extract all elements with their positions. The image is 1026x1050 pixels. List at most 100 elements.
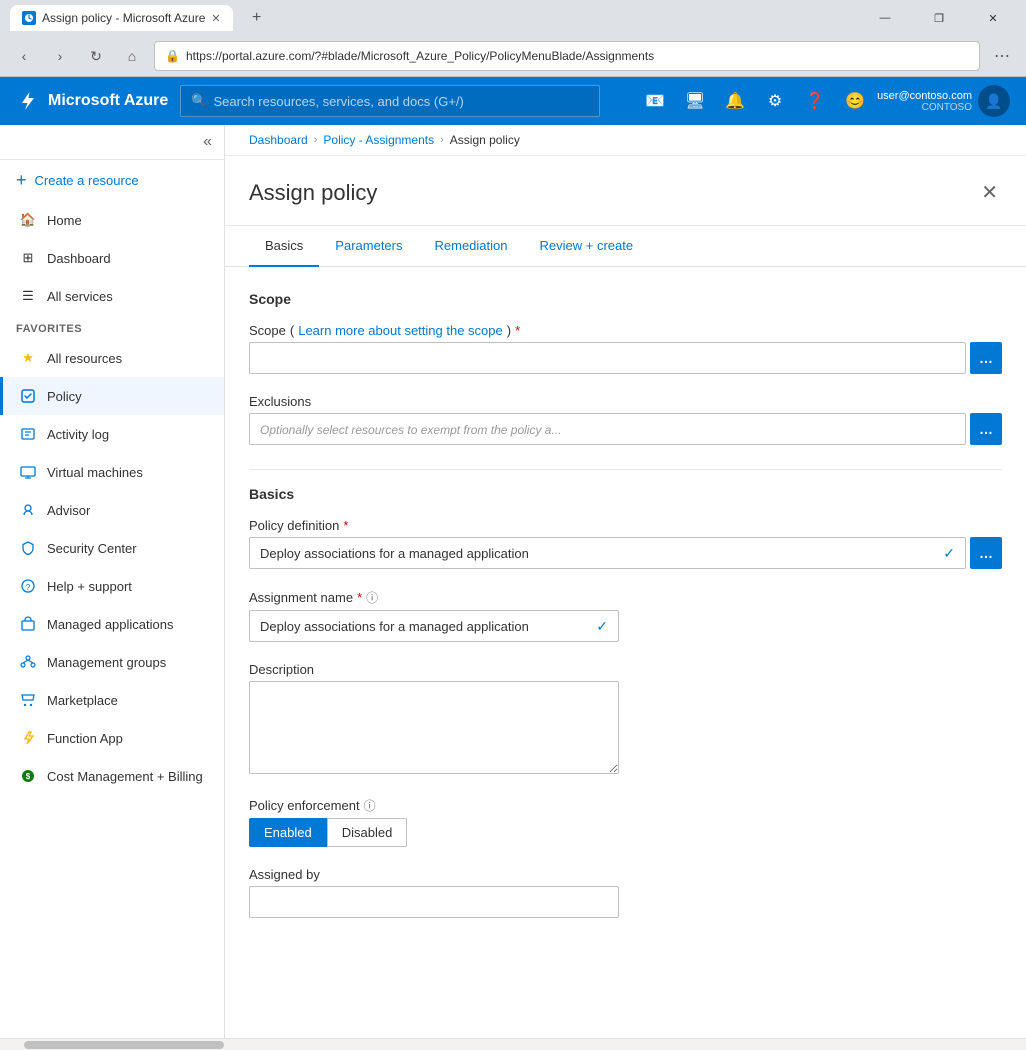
sidebar-collapse[interactable]: « xyxy=(0,125,224,160)
close-button[interactable]: ✕ xyxy=(970,4,1016,32)
browser-tab[interactable]: Assign policy - Microsoft Azure ✕ xyxy=(10,5,233,31)
policy-enforcement-label: Policy enforcement ⓘ xyxy=(249,797,1002,814)
assignment-name-field[interactable]: Deploy associations for a managed applic… xyxy=(249,610,619,642)
managed-apps-icon xyxy=(19,615,37,633)
sidebar-item-activity-log[interactable]: Activity log xyxy=(0,415,224,453)
policy-def-value: Deploy associations for a managed applic… xyxy=(260,546,943,561)
svg-text:?: ? xyxy=(26,583,31,592)
minimize-button[interactable]: — xyxy=(862,4,908,32)
back-button[interactable]: ‹ xyxy=(10,42,38,70)
sidebar-item-cost-management[interactable]: $ Cost Management + Billing xyxy=(0,757,224,795)
management-groups-icon xyxy=(19,653,37,671)
marketplace-icon xyxy=(19,691,37,709)
sidebar-item-help-support[interactable]: ? Help + support xyxy=(0,567,224,605)
hscroll-thumb[interactable] xyxy=(24,1041,224,1049)
tab-close-button[interactable]: ✕ xyxy=(211,12,220,25)
sidebar-item-managed-apps-label: Managed applications xyxy=(47,617,173,632)
azure-search-box[interactable]: 🔍 xyxy=(180,85,600,117)
cloud-shell-button[interactable]: 🖥 xyxy=(677,83,713,119)
sidebar-item-cost-management-label: Cost Management + Billing xyxy=(47,769,203,784)
user-menu[interactable]: user@contoso.com CONTOSO 👤 xyxy=(877,85,1010,117)
sidebar-item-policy[interactable]: Policy xyxy=(0,377,224,415)
sidebar-item-security-center[interactable]: Security Center xyxy=(0,529,224,567)
sidebar-item-virtual-machines[interactable]: Virtual machines xyxy=(0,453,224,491)
sidebar-item-marketplace-label: Marketplace xyxy=(47,693,118,708)
scope-input[interactable] xyxy=(249,342,966,374)
breadcrumb-policy-assignments[interactable]: Policy - Assignments xyxy=(323,133,434,147)
sidebar-item-dashboard[interactable]: ⊞ Dashboard xyxy=(0,239,224,277)
user-avatar: 👤 xyxy=(978,85,1010,117)
tab-remediation[interactable]: Remediation xyxy=(419,226,524,267)
breadcrumb-dashboard[interactable]: Dashboard xyxy=(249,133,308,147)
address-bar[interactable]: 🔒 https://portal.azure.com/?#blade/Micro… xyxy=(154,41,980,71)
policy-enforcement-toggle: Enabled Disabled xyxy=(249,818,1002,847)
assigned-by-label: Assigned by xyxy=(249,867,1002,882)
help-button[interactable]: ❓ xyxy=(797,83,833,119)
sidebar-item-activity-log-label: Activity log xyxy=(47,427,109,442)
all-resources-icon: ★ xyxy=(19,349,37,367)
forward-button[interactable]: › xyxy=(46,42,74,70)
azure-header: Microsoft Azure 🔍 📧 🖥 🔔 ⚙ ❓ 😊 user@conto… xyxy=(0,77,1026,125)
azure-logo[interactable]: Microsoft Azure xyxy=(16,89,168,113)
sidebar-item-home[interactable]: 🏠 Home xyxy=(0,201,224,239)
scope-browse-button[interactable]: … xyxy=(970,342,1002,374)
enforcement-disabled-option[interactable]: Disabled xyxy=(327,818,408,847)
azure-header-icons: 📧 🖥 🔔 ⚙ ❓ 😊 user@contoso.com CONTOSO 👤 xyxy=(637,83,1010,119)
address-url: https://portal.azure.com/?#blade/Microso… xyxy=(186,49,654,63)
sidebar-item-advisor[interactable]: Advisor xyxy=(0,491,224,529)
sidebar-item-security-center-label: Security Center xyxy=(47,541,137,556)
svg-text:$: $ xyxy=(26,772,31,781)
enforcement-enabled-option[interactable]: Enabled xyxy=(249,818,327,847)
assigned-by-input[interactable] xyxy=(249,886,619,918)
tab-basics[interactable]: Basics xyxy=(249,226,319,267)
advisor-icon xyxy=(19,501,37,519)
alert-button[interactable]: 🔔 xyxy=(717,83,753,119)
add-icon: + xyxy=(16,170,27,191)
search-icon: 🔍 xyxy=(191,93,207,109)
horizontal-scrollbar[interactable] xyxy=(0,1038,1026,1050)
sidebar-item-all-resources[interactable]: ★ All resources xyxy=(0,339,224,377)
breadcrumb-sep-1: › xyxy=(314,134,318,146)
scope-section-title: Scope xyxy=(249,291,1002,307)
browser-menu-button[interactable]: ⋯ xyxy=(988,42,1016,70)
sidebar-item-management-groups[interactable]: Management groups xyxy=(0,643,224,681)
notifications-button[interactable]: 📧 xyxy=(637,83,673,119)
policy-def-select[interactable]: Deploy associations for a managed applic… xyxy=(249,537,966,569)
home-button[interactable]: ⌂ xyxy=(118,42,146,70)
browser-titlebar: Assign policy - Microsoft Azure ✕ + — ❐ … xyxy=(0,0,1026,36)
scope-learn-more-link[interactable]: Learn more about setting the scope xyxy=(298,323,503,338)
description-field-group: Description xyxy=(249,662,1002,777)
search-input[interactable] xyxy=(214,94,590,109)
policy-def-browse-button[interactable]: … xyxy=(970,537,1002,569)
feedback-button[interactable]: 😊 xyxy=(837,83,873,119)
assignment-name-info-icon[interactable]: ⓘ xyxy=(366,589,378,606)
exclusions-browse-button[interactable]: … xyxy=(970,413,1002,445)
tab-review-create[interactable]: Review + create xyxy=(524,226,650,267)
tab-title: Assign policy - Microsoft Azure xyxy=(42,11,205,25)
description-textarea[interactable] xyxy=(249,681,619,774)
form-spacer xyxy=(225,962,1026,1038)
sidebar-item-function-app[interactable]: Function App xyxy=(0,719,224,757)
basics-section-title: Basics xyxy=(249,486,1002,502)
sidebar-item-managed-apps[interactable]: Managed applications xyxy=(0,605,224,643)
tab-parameters[interactable]: Parameters xyxy=(319,226,418,267)
panel-close-button[interactable]: ✕ xyxy=(977,176,1002,209)
settings-button[interactable]: ⚙ xyxy=(757,83,793,119)
exclusions-input[interactable] xyxy=(249,413,966,445)
maximize-button[interactable]: ❐ xyxy=(916,4,962,32)
sidebar-item-all-services[interactable]: ☰ All services xyxy=(0,277,224,315)
favorites-section-label: FAVORITES xyxy=(0,315,224,339)
sidebar-item-help-support-label: Help + support xyxy=(47,579,132,594)
scope-field-group: Scope (Learn more about setting the scop… xyxy=(249,323,1002,374)
function-app-icon xyxy=(19,729,37,747)
collapse-icon[interactable]: « xyxy=(203,133,212,151)
new-tab-button[interactable]: + xyxy=(243,4,271,32)
refresh-button[interactable]: ↻ xyxy=(82,42,110,70)
policy-enforcement-info-icon[interactable]: ⓘ xyxy=(364,797,376,814)
sidebar-item-virtual-machines-label: Virtual machines xyxy=(47,465,143,480)
create-resource-button[interactable]: + Create a resource xyxy=(0,160,224,201)
sidebar-item-marketplace[interactable]: Marketplace xyxy=(0,681,224,719)
assign-policy-panel: Assign policy ✕ Basics Parameters Remedi… xyxy=(225,156,1026,1038)
form-content: Scope Scope (Learn more about setting th… xyxy=(225,267,1026,962)
window-controls: — ❐ ✕ xyxy=(862,4,1016,32)
